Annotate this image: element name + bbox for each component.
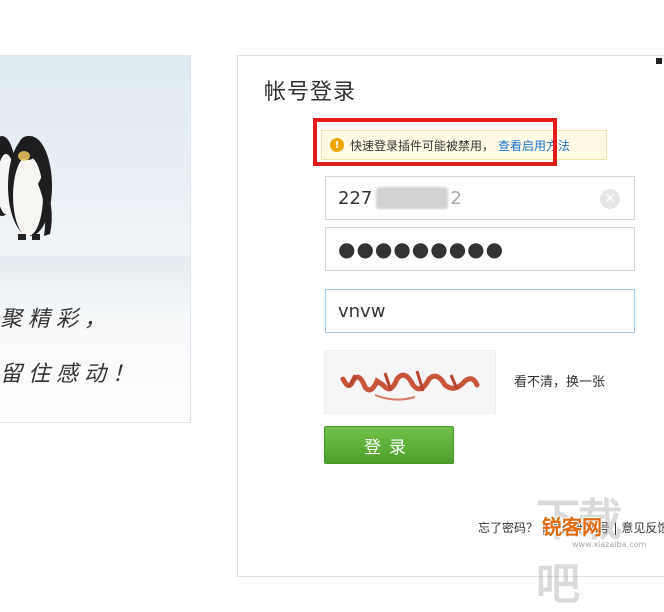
username-redaction xyxy=(376,187,449,209)
penguin-illustration xyxy=(0,136,52,240)
username-suffix: 2 xyxy=(450,187,462,209)
highlight-box xyxy=(313,118,557,166)
captcha-graphic xyxy=(340,370,480,401)
captcha-image[interactable] xyxy=(324,350,496,414)
watermark-brand: 锐客网 xyxy=(542,515,602,539)
clear-icon[interactable]: ✕ xyxy=(600,189,620,209)
watermark: 下载吧 锐客网 www.xiazaiba.com xyxy=(536,484,660,610)
promo-slogan-line2: 留住感动！ xyxy=(0,362,141,387)
captcha-input[interactable]: vnvw xyxy=(325,289,635,333)
login-button[interactable]: 登录 xyxy=(324,426,454,464)
password-field[interactable]: ●●●●●●●●● xyxy=(325,227,635,271)
page-title: 帐号登录 xyxy=(264,80,357,105)
captcha-input-value: vnvw xyxy=(338,300,386,322)
password-mask: ●●●●●●●●● xyxy=(338,237,505,261)
refresh-captcha-link[interactable]: 看不清，换一张 xyxy=(514,371,605,390)
username-prefix: 227 xyxy=(338,187,373,209)
username-field[interactable]: 227 2 ✕ xyxy=(325,176,635,220)
watermark-url: www.xiazaiba.com xyxy=(572,540,647,549)
promo-slogan-line1: 聚精彩， xyxy=(0,307,113,332)
promo-panel: 聚精彩， 留住感动！ xyxy=(0,55,191,423)
scroll-marker xyxy=(656,58,662,64)
